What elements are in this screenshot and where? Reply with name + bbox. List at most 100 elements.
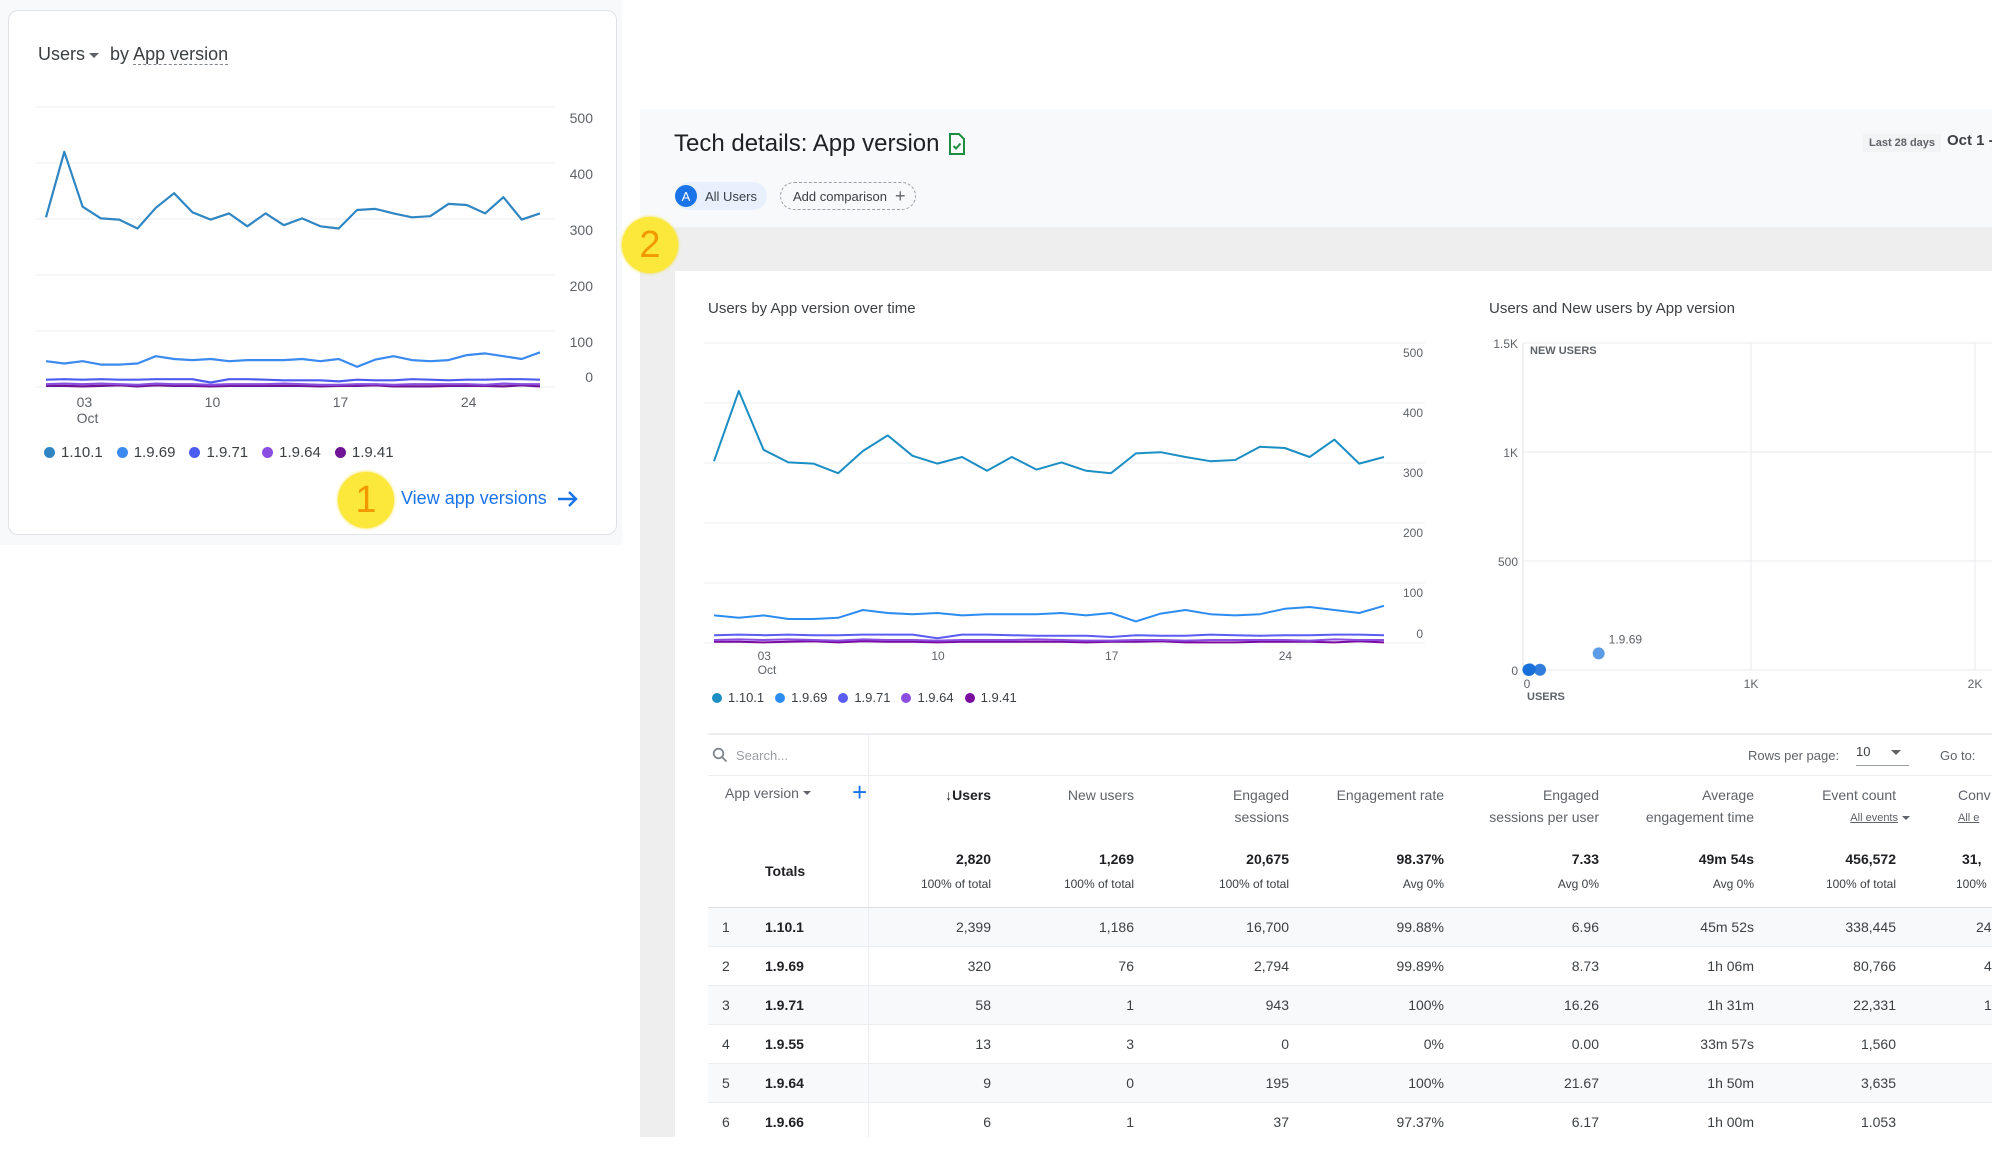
totals-subtext: 100% of total [1825,877,1896,891]
table-row[interactable] [708,947,1992,986]
totals-subtext: 100% of total [1063,877,1134,891]
row-divider [868,986,869,1025]
row-metric-value: 100% [1408,997,1444,1013]
x-tick-label: 2K [1968,677,1983,691]
row-metric-value: 45m 52s [1700,919,1754,935]
totals-label: Totals [765,863,806,879]
row-metric-value: 6 [983,1114,991,1130]
row-rank: 5 [722,1075,730,1091]
y-tick-label: 0 [1511,664,1518,678]
column-header[interactable]: New users [1068,784,1134,806]
rows-per-page-value: 10 [1856,744,1871,759]
column-header[interactable]: Engagement rate [1337,784,1444,806]
totals-value: 31, [1962,851,1982,867]
callout-badge-2: 2 [622,217,678,273]
dimension-header-label: App version [725,785,799,801]
row-metric-value: 0 [1281,1036,1289,1052]
column-header[interactable]: ↓Users [945,784,991,806]
totals-value: 20,675 [1246,851,1289,867]
row-metric-value: 100% [1408,1075,1444,1091]
column-header-line2: sessions per user [1489,809,1599,825]
totals-subtext: Avg 0% [1402,877,1444,891]
table-row[interactable] [708,986,1992,1025]
totals-subtext: 100% [1956,877,1987,891]
row-app-version[interactable]: 1.9.64 [765,1075,804,1091]
row-metric-value: 3,635 [1860,1075,1896,1091]
row-rank: 2 [722,958,730,974]
totals-value: 456,572 [1845,851,1896,867]
y-tick-label: 1K [1503,446,1518,460]
caret-down-icon [1891,750,1901,755]
column-header[interactable]: Engaged [1543,784,1599,806]
row-metric-value: 6.96 [1571,919,1599,935]
row-app-version[interactable]: 1.9.55 [765,1036,804,1052]
row-rank: 4 [722,1036,730,1052]
row-metric-value: 3 [1126,1036,1134,1052]
row-app-version[interactable]: 1.9.69 [765,958,804,974]
row-metric-value: 320 [967,958,991,974]
row-metric-value: 195 [1265,1075,1289,1091]
column-header-line2: sessions [1234,809,1289,825]
point-label: 1.9.69 [1609,632,1643,646]
row-metric-value: 1.053 [1860,1114,1896,1130]
row-app-version[interactable]: 1.10.1 [765,919,804,935]
row-rank: 3 [722,997,730,1013]
go-to-label: Go to: [1940,748,1976,763]
caret-down-icon [1902,816,1910,821]
row-rank: 1 [722,919,730,935]
column-header[interactable]: Event count [1822,784,1896,806]
y-tick-label: 1.5K [1493,337,1518,351]
add-dimension-plus-icon[interactable]: + [852,777,867,808]
x-tick-label: 1K [1744,677,1759,691]
table-row[interactable] [708,908,1992,947]
event-filter-link[interactable]: All events [1850,807,1910,829]
row-divider [868,908,869,947]
row-conversions-value: 4 [1984,958,1992,974]
search-placeholder: Search... [736,747,789,763]
row-rank: 6 [722,1114,730,1130]
row-app-version[interactable]: 1.9.71 [765,997,804,1013]
column-header[interactable]: Conv [1958,784,1991,806]
table-row[interactable] [708,1103,1992,1137]
row-metric-value: 1h 31m [1707,997,1754,1013]
row-metric-value: 2,399 [955,919,991,935]
row-metric-value: 58 [975,997,991,1013]
row-metric-value: 2,794 [1253,958,1289,974]
y-axis-title: NEW USERS [1530,345,1597,357]
row-metric-value: 16,700 [1246,919,1289,935]
scatter-point-1-9-69 [1592,647,1605,660]
row-metric-value: 338,445 [1845,919,1896,935]
row-metric-value: 6.17 [1571,1114,1599,1130]
event-filter-link[interactable]: All e [1958,807,1979,829]
row-metric-value: 97.37% [1396,1114,1444,1130]
scatter-point-1-9-66 [1522,663,1535,676]
row-metric-value: 1h 06m [1707,958,1754,974]
dimension-header[interactable]: App version [725,785,817,801]
row-metric-value: 37 [1273,1114,1289,1130]
totals-value: 2,820 [955,851,991,867]
rows-per-page-select[interactable]: 10 [1856,744,1909,766]
row-metric-value: 0% [1423,1036,1444,1052]
table-row[interactable] [708,1025,1992,1064]
row-divider [868,1025,869,1064]
column-header[interactable]: Average [1702,784,1754,806]
totals-subtext: 100% of total [920,877,991,891]
detail-scatter-chart: 0 500 1K 1.5K 0 1K 2K NEW USERS USERS 1.9.69 [1493,337,1992,703]
row-metric-value: 76 [1118,958,1134,974]
table-row[interactable] [708,1064,1992,1103]
search-input[interactable]: Search... [712,747,788,763]
row-app-version[interactable]: 1.9.66 [765,1114,804,1130]
search-icon [712,747,728,763]
dimension-column-divider [868,776,869,908]
column-header[interactable]: Engaged [1233,784,1289,806]
row-metric-value: 21.67 [1563,1075,1599,1091]
totals-subtext: Avg 0% [1712,877,1754,891]
row-metric-value: 80,766 [1853,958,1896,974]
callout-badge-1: 1 [338,472,394,528]
row-metric-value: 22,331 [1853,997,1896,1013]
row-metric-value: 0.00 [1571,1036,1599,1052]
row-metric-value: 99.88% [1396,919,1444,935]
row-metric-value: 16.26 [1563,997,1599,1013]
row-conversions-value: 24 [1976,919,1992,935]
row-metric-value: 1 [1126,997,1134,1013]
